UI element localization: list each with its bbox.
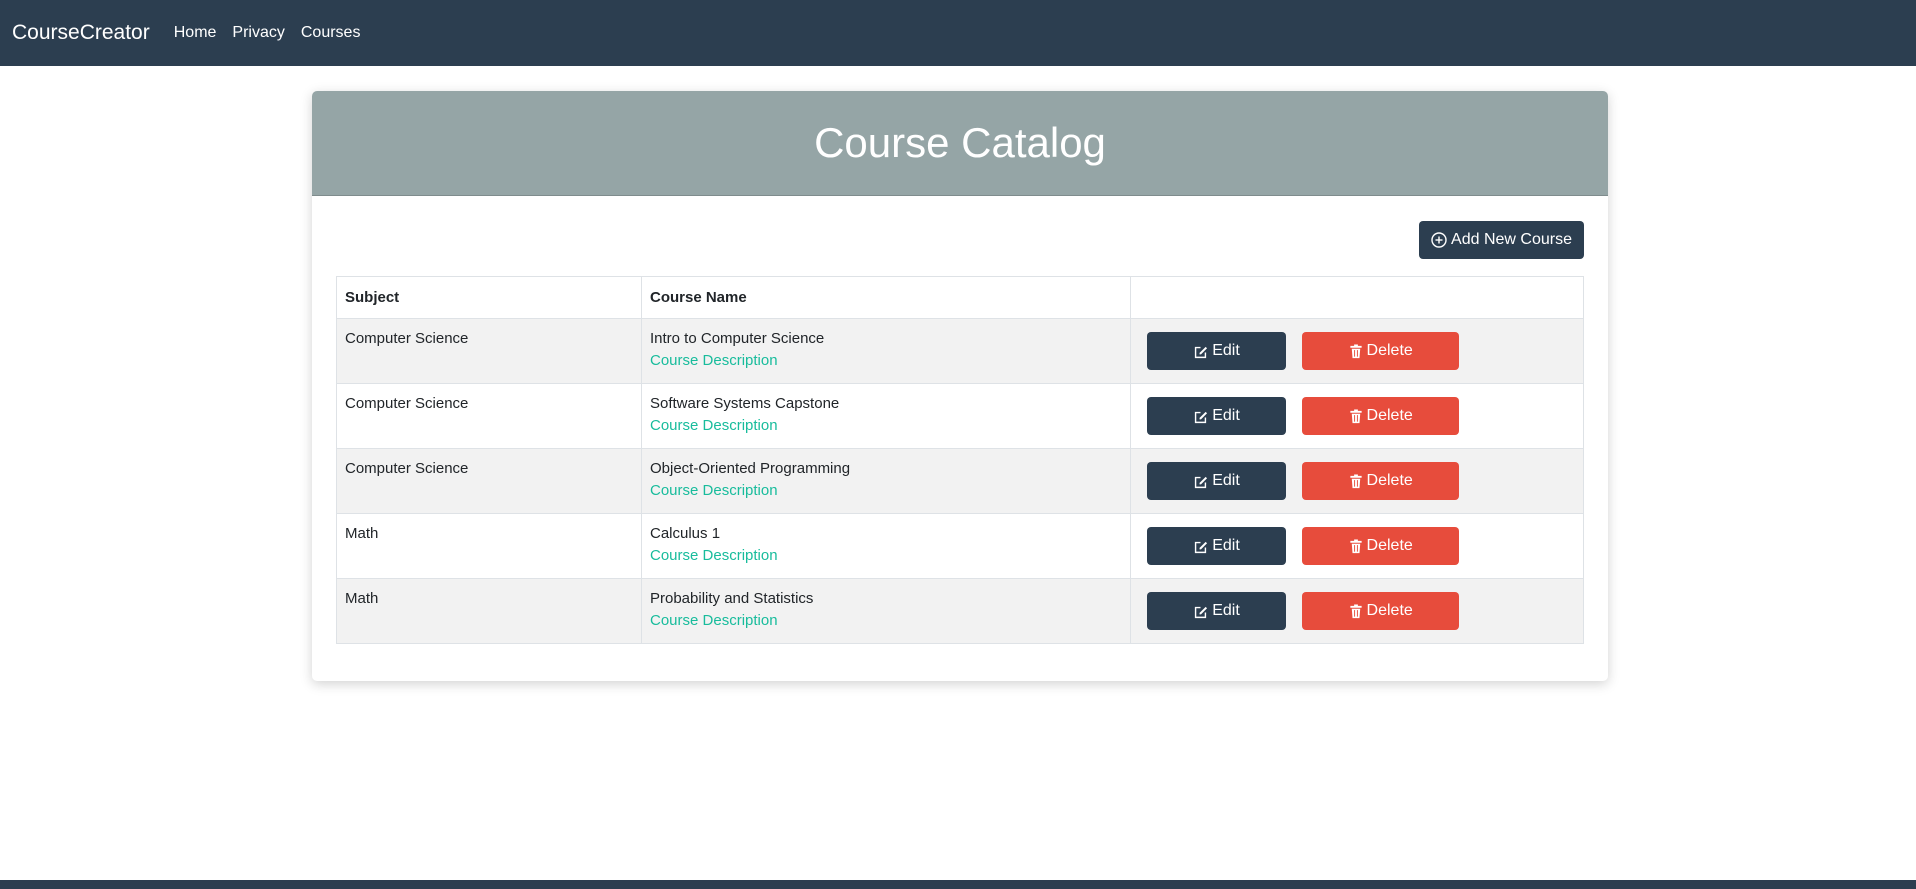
delete-button[interactable]: Delete [1302,592,1460,630]
course-description-link[interactable]: Course Description [650,612,1122,629]
edit-label: Edit [1212,407,1240,424]
edit-button[interactable]: Edit [1147,592,1286,630]
course-name: Calculus 1 [650,525,721,542]
course-description-link[interactable]: Course Description [650,417,1122,434]
course-name-cell: Object-Oriented Programming Course Descr… [641,448,1131,514]
course-name-cell: Software Systems Capstone Course Descrip… [641,383,1131,449]
course-name-cell: Probability and Statistics Course Descri… [641,578,1131,644]
delete-label: Delete [1366,472,1413,489]
course-description-link[interactable]: Course Description [650,352,1122,369]
course-name: Intro to Computer Science [650,330,825,347]
subject-cell: Computer Science [336,448,642,514]
course-description-link[interactable]: Course Description [650,547,1122,564]
nav-link-courses[interactable]: Courses [301,24,361,42]
course-name-cell: Calculus 1 Course Description [641,513,1131,579]
delete-button[interactable]: Delete [1302,527,1460,565]
column-header-subject: Subject [336,276,642,319]
subject-cell: Computer Science [336,383,642,449]
nav-link-privacy[interactable]: Privacy [232,24,284,42]
edit-icon [1193,604,1208,619]
add-new-course-button[interactable]: Add New Course [1419,221,1584,259]
course-description-link[interactable]: Course Description [650,482,1122,499]
edit-button[interactable]: Edit [1147,462,1286,500]
delete-button[interactable]: Delete [1302,462,1460,500]
table-header-row: Subject Course Name [336,276,1584,319]
edit-icon [1193,474,1208,489]
table-row: Math Calculus 1 Course Description Edit [336,513,1584,579]
actions-cell: Edit Delete [1130,318,1584,384]
trash-icon [1349,473,1363,489]
column-header-actions [1130,276,1584,319]
table-row: Computer Science Software Systems Capsto… [336,383,1584,449]
edit-label: Edit [1212,472,1240,489]
course-table: Subject Course Name Computer Science Int… [336,276,1584,644]
footer-bar [0,880,1916,889]
page-title: Course Catalog [814,119,1106,166]
edit-label: Edit [1212,537,1240,554]
edit-icon [1193,539,1208,554]
subject-cell: Math [336,513,642,579]
edit-icon [1193,344,1208,359]
edit-button[interactable]: Edit [1147,397,1286,435]
edit-icon [1193,409,1208,424]
card-body: Add New Course Subject Course Name Compu… [312,196,1608,644]
trash-icon [1349,603,1363,619]
navbar: CourseCreator Home Privacy Courses [0,0,1916,66]
actions-cell: Edit Delete [1130,383,1584,449]
actions-cell: Edit Delete [1130,513,1584,579]
course-name: Software Systems Capstone [650,395,840,412]
course-name-cell: Intro to Computer Science Course Descrip… [641,318,1131,384]
course-catalog-card: Course Catalog Add New Course Subject Co… [312,91,1608,681]
trash-icon [1349,538,1363,554]
trash-icon [1349,408,1363,424]
actions-cell: Edit Delete [1130,578,1584,644]
add-new-course-label: Add New Course [1451,231,1572,248]
edit-label: Edit [1212,342,1240,359]
delete-button[interactable]: Delete [1302,397,1460,435]
actions-cell: Edit Delete [1130,448,1584,514]
nav-link-home[interactable]: Home [174,24,217,42]
subject-cell: Math [336,578,642,644]
subject-cell: Computer Science [336,318,642,384]
edit-button[interactable]: Edit [1147,527,1286,565]
course-name: Probability and Statistics [650,590,814,607]
delete-label: Delete [1366,602,1413,619]
plus-circle-icon [1431,232,1447,248]
delete-label: Delete [1366,342,1413,359]
edit-button[interactable]: Edit [1147,332,1286,370]
column-header-course-name: Course Name [641,276,1131,319]
delete-label: Delete [1366,537,1413,554]
table-row: Computer Science Intro to Computer Scien… [336,318,1584,384]
brand-link[interactable]: CourseCreator [12,21,150,45]
table-row: Computer Science Object-Oriented Program… [336,448,1584,514]
table-row: Math Probability and Statistics Course D… [336,578,1584,644]
delete-button[interactable]: Delete [1302,332,1460,370]
course-name: Object-Oriented Programming [650,460,851,477]
card-header: Course Catalog [312,91,1608,196]
edit-label: Edit [1212,602,1240,619]
delete-label: Delete [1366,407,1413,424]
trash-icon [1349,343,1363,359]
